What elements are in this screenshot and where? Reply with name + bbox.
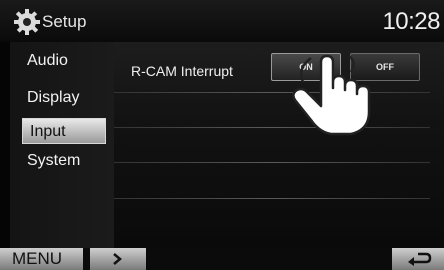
menu-button[interactable]: MENU bbox=[0, 248, 83, 270]
sidebar-item-system[interactable]: System bbox=[20, 147, 112, 175]
next-button[interactable] bbox=[90, 248, 146, 270]
settings-panel: R-CAM Interrupt ON OFF bbox=[114, 42, 444, 248]
sidebar: Audio Display Input System bbox=[20, 47, 112, 243]
pointing-hand-icon bbox=[292, 54, 371, 136]
sidebar-item-label: Input bbox=[30, 123, 66, 140]
row-divider bbox=[114, 162, 430, 163]
gear-icon bbox=[14, 9, 40, 35]
sidebar-item-label: System bbox=[27, 152, 81, 169]
header-bar: Setup 10:28 bbox=[0, 0, 444, 42]
chevron-right-icon bbox=[113, 253, 122, 265]
return-arrow-icon bbox=[408, 252, 432, 266]
setting-label: R-CAM Interrupt bbox=[131, 63, 233, 79]
setup-screen: Setup 10:28 Audio Display Input System R… bbox=[0, 0, 444, 270]
page-title: Setup bbox=[42, 12, 87, 31]
clock: 10:28 bbox=[382, 8, 440, 35]
sidebar-item-audio[interactable]: Audio bbox=[20, 47, 112, 75]
sidebar-item-label: Audio bbox=[27, 52, 68, 69]
row-divider bbox=[114, 92, 430, 93]
row-divider bbox=[114, 127, 430, 128]
sidebar-item-label: Display bbox=[27, 89, 80, 106]
back-button[interactable] bbox=[392, 248, 444, 270]
row-divider bbox=[114, 198, 430, 199]
sidebar-item-display[interactable]: Display bbox=[20, 84, 112, 112]
sidebar-item-input[interactable]: Input bbox=[22, 118, 106, 144]
